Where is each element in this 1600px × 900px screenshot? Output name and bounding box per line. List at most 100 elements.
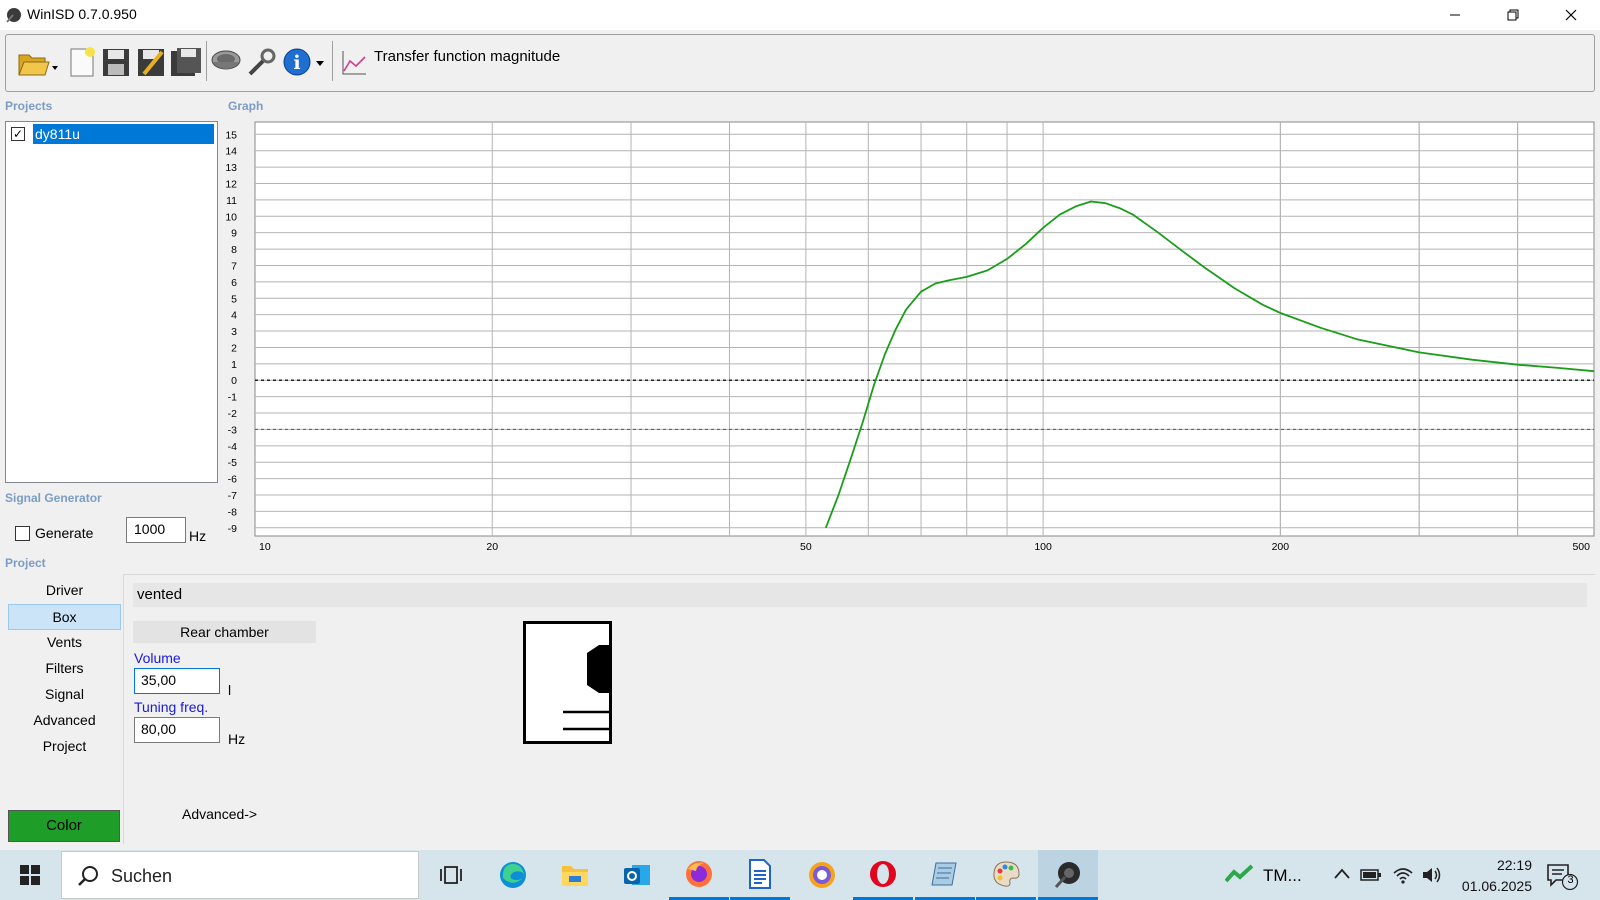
y-tick-label: -4: [228, 441, 237, 453]
transfer-function-graph[interactable]: -9-8-7-6-5-4-3-2-10123456789101112131415…: [222, 118, 1596, 554]
graph-type-button[interactable]: [338, 40, 370, 84]
projects-section-label: Projects: [5, 99, 53, 113]
document-icon: [749, 858, 771, 889]
taskbar-clock[interactable]: 22:19 01.06.2025: [1452, 855, 1532, 897]
save-all-icon: [171, 48, 201, 76]
taskbar-paint[interactable]: [976, 850, 1036, 900]
project-checkbox[interactable]: ✓: [11, 127, 25, 141]
toolbar-separator: [206, 41, 207, 81]
save-as-button[interactable]: [135, 40, 167, 84]
close-button[interactable]: [1542, 0, 1600, 30]
frequency-unit: Hz: [189, 528, 207, 544]
y-tick-label: -5: [228, 457, 237, 469]
folder-icon: [562, 866, 588, 886]
y-tick-label: 7: [231, 260, 237, 272]
taskbar-outlook[interactable]: [607, 850, 667, 900]
taskbar-widget-label[interactable]: TM...: [1263, 866, 1302, 886]
nav-project[interactable]: Project: [8, 734, 121, 760]
tuning-freq-unit: Hz: [228, 731, 246, 747]
y-tick-label: 11: [226, 195, 237, 207]
taskbar-winisd[interactable]: [1038, 850, 1098, 900]
nav-vents[interactable]: Vents: [8, 630, 121, 656]
frequency-input[interactable]: 1000: [126, 517, 186, 543]
y-tick-label: 6: [231, 277, 237, 289]
search-icon: [78, 866, 98, 886]
color-button[interactable]: Color: [8, 810, 120, 842]
nav-signal[interactable]: Signal: [8, 682, 121, 708]
taskbar-file-explorer[interactable]: [545, 850, 605, 900]
tools-icon: [248, 48, 276, 76]
projects-list[interactable]: ✓ dy811u: [5, 121, 218, 483]
taskbar-opera[interactable]: [853, 850, 913, 900]
y-tick-label: 9: [231, 228, 237, 240]
y-tick-label: 4: [231, 310, 237, 322]
x-tick-label: 50: [800, 541, 812, 553]
y-tick-label: -7: [228, 490, 237, 502]
window-title: WinISD 0.7.0.950: [27, 6, 137, 22]
notes-icon: [931, 862, 957, 885]
minimize-button[interactable]: [1426, 0, 1484, 30]
nav-box[interactable]: Box: [8, 604, 121, 630]
chevron-up-icon[interactable]: [1333, 866, 1351, 887]
info-button[interactable]: i: [281, 40, 327, 84]
battery-icon[interactable]: [1360, 867, 1382, 888]
search-placeholder: Suchen: [111, 866, 173, 886]
nav-filters[interactable]: Filters: [8, 656, 121, 682]
volume-label: Volume: [134, 650, 181, 666]
x-tick-label: 500: [1572, 541, 1590, 553]
task-view-button[interactable]: [421, 850, 481, 900]
y-tick-label: 5: [231, 293, 237, 305]
wifi-icon[interactable]: [1392, 865, 1414, 890]
box-type-selector[interactable]: vented: [133, 583, 1587, 607]
y-tick-label: -9: [228, 523, 237, 535]
minimize-icon: [1450, 14, 1460, 16]
generate-checkbox[interactable]: [15, 526, 30, 541]
restore-button[interactable]: [1484, 0, 1542, 30]
taskbar-app-circle[interactable]: [792, 850, 852, 900]
y-tick-label: 13: [225, 162, 237, 174]
y-tick-label: 8: [231, 244, 237, 256]
tools-button[interactable]: [246, 40, 278, 84]
x-tick-label: 200: [1272, 541, 1290, 553]
taskbar-search[interactable]: Suchen: [61, 851, 419, 899]
y-tick-label: -6: [228, 474, 237, 486]
driver-editor-button[interactable]: [210, 40, 242, 84]
toolbar: i Transfer function magnitude: [5, 34, 1595, 92]
y-tick-label: 1: [231, 359, 237, 371]
nav-driver[interactable]: Driver: [8, 578, 121, 604]
x-tick-label: 10: [259, 541, 271, 553]
driver-editor-icon: [211, 50, 241, 70]
notification-center-button[interactable]: 3: [1546, 862, 1580, 895]
clock-time: 22:19: [1496, 857, 1532, 873]
firefox-icon: [686, 860, 712, 887]
graph-type-label[interactable]: Transfer function magnitude: [374, 48, 560, 65]
volume-icon[interactable]: [1421, 865, 1443, 890]
info-icon: i: [283, 48, 324, 76]
start-button[interactable]: [0, 850, 60, 900]
open-project-button[interactable]: [14, 40, 60, 84]
taskbar-app-notes[interactable]: [915, 850, 975, 900]
nav-advanced[interactable]: Advanced: [8, 708, 121, 734]
colorful-circle-icon: [809, 862, 835, 888]
plot-area: [254, 121, 1595, 537]
taskbar-edge[interactable]: [483, 850, 543, 900]
restore-icon: [1507, 9, 1519, 21]
new-project-button[interactable]: [66, 40, 98, 84]
notification-count: 3: [1567, 874, 1574, 886]
save-button[interactable]: [100, 40, 132, 84]
taskbar-firefox[interactable]: [669, 850, 729, 900]
volume-input[interactable]: 35,00: [134, 668, 220, 694]
y-tick-label: 10: [225, 211, 237, 223]
y-tick-label: -3: [228, 424, 237, 436]
graph-section-label: Graph: [228, 99, 264, 113]
taskbar-writer[interactable]: [730, 850, 790, 900]
y-tick-label: 3: [231, 326, 237, 338]
windows-icon: [20, 865, 40, 885]
outlook-icon: [624, 865, 650, 885]
save-icon: [103, 49, 129, 76]
project-item[interactable]: dy811u: [33, 124, 214, 144]
tuning-freq-input[interactable]: 80,00: [134, 717, 220, 743]
save-all-button[interactable]: [170, 40, 202, 84]
y-tick-label: 14: [225, 146, 237, 158]
advanced-link[interactable]: Advanced->: [182, 806, 257, 822]
